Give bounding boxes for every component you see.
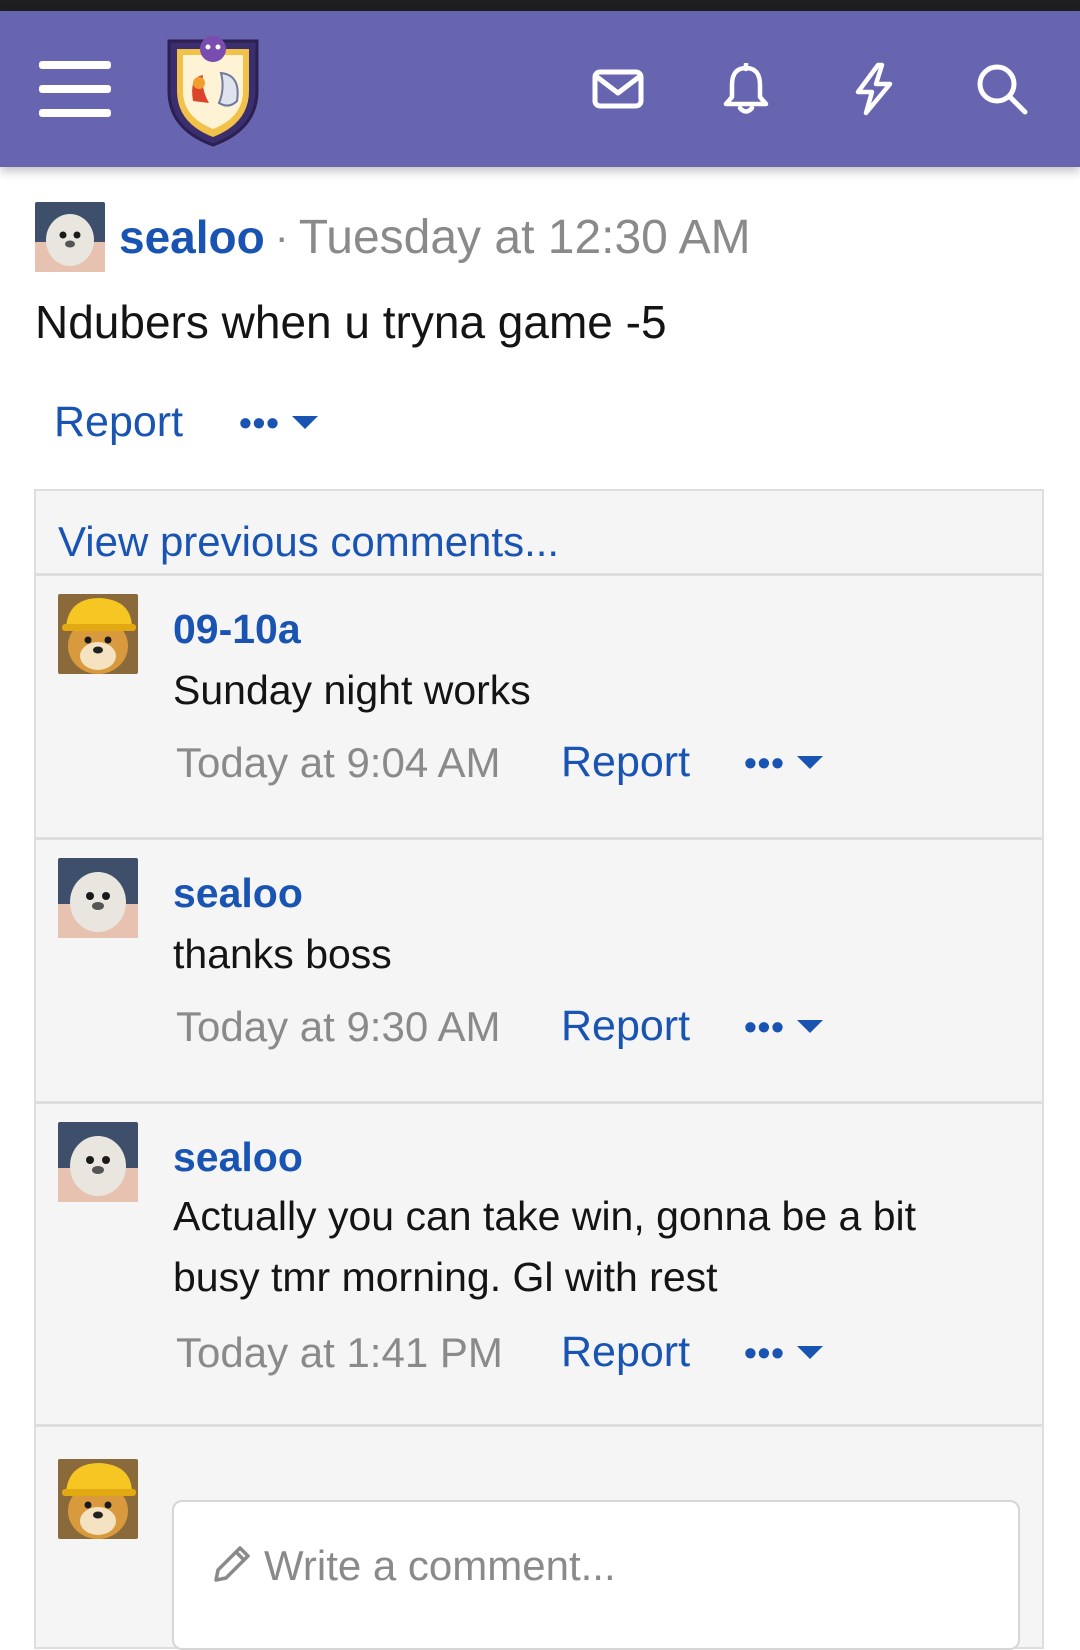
post-author[interactable]: sealoo bbox=[119, 210, 265, 264]
post-actions: Report ••• bbox=[54, 398, 318, 447]
comment-item: sealoo Actually you can take win, gonna … bbox=[36, 1104, 1042, 1424]
caret-down-icon bbox=[291, 416, 318, 429]
more-options-menu[interactable]: ••• bbox=[744, 742, 823, 784]
write-comment-input[interactable]: Write a comment... bbox=[172, 1500, 1020, 1650]
more-dots-icon: ••• bbox=[744, 1005, 785, 1047]
comment-text: Sunday night works bbox=[173, 667, 531, 713]
comment-item: 09-10a Sunday night works Today at 9:04 … bbox=[36, 576, 1042, 837]
more-dots-icon: ••• bbox=[744, 1331, 785, 1373]
avatar-09-10a[interactable] bbox=[58, 594, 138, 674]
avatar-sealoo[interactable] bbox=[58, 858, 138, 938]
avatar-current-user[interactable] bbox=[58, 1459, 138, 1539]
more-options-menu[interactable]: ••• bbox=[744, 1006, 823, 1048]
comment-time[interactable]: Today at 9:30 AM bbox=[176, 1003, 561, 1051]
comment-time[interactable]: Today at 9:04 AM bbox=[176, 739, 561, 787]
site-logo[interactable] bbox=[148, 11, 278, 167]
divider bbox=[36, 1424, 1042, 1427]
bolt-icon[interactable] bbox=[836, 11, 911, 167]
report-link[interactable]: Report bbox=[54, 398, 183, 447]
more-dots-icon: ••• bbox=[239, 401, 280, 443]
more-options-menu[interactable]: ••• bbox=[744, 1332, 823, 1374]
mail-icon[interactable] bbox=[580, 11, 655, 167]
comment-author[interactable]: 09-10a bbox=[173, 606, 301, 653]
caret-down-icon bbox=[796, 756, 823, 769]
comment-text: Actually you can take win, gonna be a bi… bbox=[173, 1193, 917, 1300]
more-dots-icon: ••• bbox=[744, 741, 785, 783]
avatar-sealoo[interactable] bbox=[58, 1122, 138, 1202]
write-comment-placeholder: Write a comment... bbox=[264, 1542, 616, 1589]
menu-icon[interactable] bbox=[20, 11, 130, 167]
comments-panel: View previous comments... 09-10a Sunday … bbox=[34, 489, 1044, 1650]
post-body: Ndubers when u tryna game -5 bbox=[35, 296, 667, 348]
comment-footer: Today at 1:41 PM Report ••• bbox=[176, 1328, 823, 1377]
meta-separator: · bbox=[274, 213, 289, 260]
report-link[interactable]: Report bbox=[561, 1328, 690, 1377]
more-options-menu[interactable]: ••• bbox=[239, 402, 318, 444]
caret-down-icon bbox=[796, 1346, 823, 1359]
comment-author[interactable]: sealoo bbox=[173, 870, 303, 917]
status-strip bbox=[0, 0, 1080, 11]
bell-icon[interactable] bbox=[708, 11, 783, 167]
top-navbar bbox=[0, 11, 1080, 167]
post-time[interactable]: Tuesday at 12:30 AM bbox=[299, 210, 751, 265]
comment-time[interactable]: Today at 1:41 PM bbox=[176, 1329, 561, 1377]
comment-item: sealoo thanks boss Today at 9:30 AM Repo… bbox=[36, 840, 1042, 1101]
avatar-sealoo[interactable] bbox=[35, 202, 105, 272]
caret-down-icon bbox=[796, 1020, 823, 1033]
comment-text: thanks boss bbox=[173, 931, 392, 977]
search-icon[interactable] bbox=[964, 11, 1039, 167]
report-link[interactable]: Report bbox=[561, 738, 690, 787]
comment-footer: Today at 9:30 AM Report ••• bbox=[176, 1002, 823, 1051]
post-header: sealoo · Tuesday at 12:30 AM bbox=[35, 202, 751, 272]
comment-author[interactable]: sealoo bbox=[173, 1134, 303, 1181]
comment-footer: Today at 9:04 AM Report ••• bbox=[176, 738, 823, 787]
pencil-icon bbox=[214, 1546, 250, 1582]
report-link[interactable]: Report bbox=[561, 1002, 690, 1051]
